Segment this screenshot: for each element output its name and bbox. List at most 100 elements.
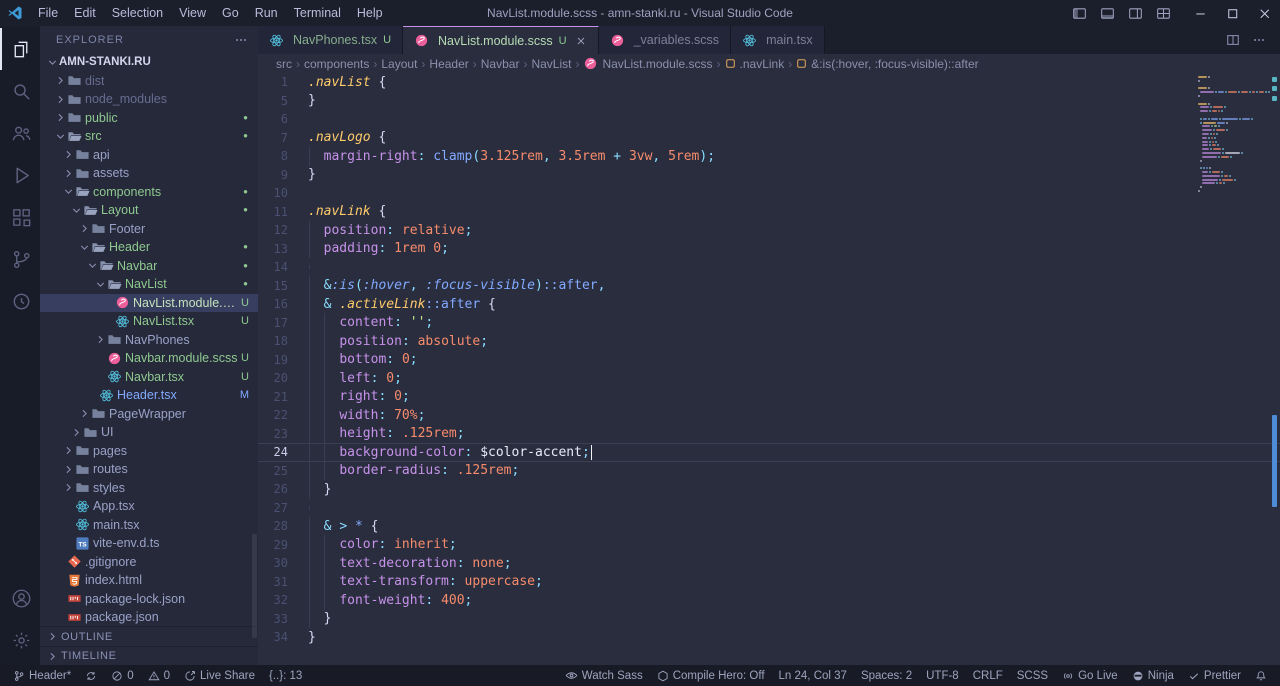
status-ninja[interactable]: Ninja <box>1125 665 1181 686</box>
tab-navlist-module-scss[interactable]: NavList.module.scss U <box>403 26 599 54</box>
breadcrumb-item-is-hover-focus-visible-after[interactable]: &:is(:hover, :focus-visible)::after <box>796 57 979 71</box>
tree-item-header[interactable]: Header ● <box>40 238 258 257</box>
breadcrumb-item-navbar[interactable]: Navbar <box>481 57 520 71</box>
code-line-10[interactable]: 10 <box>258 184 1280 203</box>
menu-help[interactable]: Help <box>349 6 391 20</box>
maximize-button[interactable] <box>1216 0 1248 26</box>
sidebar-scrollbar[interactable] <box>252 534 257 638</box>
code-line-33[interactable]: 33 } <box>258 609 1280 629</box>
code-line-34[interactable]: 34} <box>258 628 1280 647</box>
code-line-24[interactable]: 24 background-color: $color-accent; <box>258 442 1280 462</box>
tree-item-api[interactable]: api <box>40 146 258 165</box>
status-indentation[interactable]: Spaces: 2 <box>854 665 919 686</box>
status-prettier[interactable]: Prettier <box>1181 665 1248 686</box>
code-line-25[interactable]: 25 border-radius: .125rem; <box>258 461 1280 481</box>
tree-item-navlist-tsx[interactable]: NavList.tsx U <box>40 312 258 331</box>
breadcrumb-item-navlist-module-scss[interactable]: NavList.module.scss <box>583 56 713 71</box>
breadcrumb-item-header[interactable]: Header <box>429 57 468 71</box>
status-compile-hero[interactable]: Compile Hero: Off <box>650 665 772 686</box>
breadcrumb-item-navlink[interactable]: .navLink <box>725 57 784 71</box>
tree-item-main-tsx[interactable]: main.tsx <box>40 516 258 535</box>
code-editor[interactable]: 1 .navList {5} 6 7 .navLogo {8 margin-right:… <box>258 73 1280 665</box>
status-go-live[interactable]: Go Live <box>1055 665 1125 686</box>
account-activity-icon[interactable] <box>0 577 40 619</box>
status-warnings[interactable]: 0 <box>141 665 177 686</box>
code-line-22[interactable]: 22 width: 70%; <box>258 405 1280 425</box>
tree-item-public[interactable]: public ● <box>40 109 258 128</box>
toggle-primary-sidebar-button[interactable] <box>1066 0 1092 26</box>
status-sync-changes[interactable] <box>78 665 104 686</box>
tree-item-navbar[interactable]: Navbar ● <box>40 257 258 276</box>
code-line-18[interactable]: 18 position: absolute; <box>258 331 1280 351</box>
status-live-share[interactable]: Live Share <box>177 665 262 686</box>
tree-item-node-modules[interactable]: node_modules <box>40 90 258 109</box>
tree-item-package-json[interactable]: package.json <box>40 608 258 626</box>
code-line-32[interactable]: 32 font-weight: 400; <box>258 590 1280 610</box>
tree-item-navbar-tsx[interactable]: Navbar.tsx U <box>40 368 258 387</box>
menu-terminal[interactable]: Terminal <box>286 6 349 20</box>
tree-item-layout[interactable]: Layout ● <box>40 201 258 220</box>
status-language-mode[interactable]: SCSS <box>1010 665 1055 686</box>
explorer-activity-icon[interactable] <box>0 28 40 70</box>
minimap[interactable] <box>1198 76 1270 194</box>
tree-item-package-lock-json[interactable]: package-lock.json <box>40 590 258 609</box>
status-errors[interactable]: 0 <box>104 665 140 686</box>
tab-main-tsx[interactable]: main.tsx <box>731 26 825 54</box>
settings-activity-icon[interactable] <box>0 619 40 661</box>
code-line-7[interactable]: 7 .navLogo { <box>258 129 1280 148</box>
status-notifications[interactable] <box>1248 665 1274 686</box>
tab-variables-scss[interactable]: _variables.scss <box>598 26 732 54</box>
code-line-21[interactable]: 21 right: 0; <box>258 387 1280 407</box>
close-button[interactable] <box>1248 0 1280 26</box>
tree-item-app-tsx[interactable]: App.tsx <box>40 497 258 516</box>
search-activity-icon[interactable] <box>0 70 40 112</box>
status-watch-sass[interactable]: Watch Sass <box>558 665 650 686</box>
tree-item-amn-stanki-ru[interactable]: AMN-STANKI.RU <box>40 53 258 72</box>
minimize-button[interactable] <box>1184 0 1216 26</box>
tree-item-pagewrapper[interactable]: PageWrapper <box>40 405 258 424</box>
tree-item-footer[interactable]: Footer <box>40 220 258 239</box>
code-line-17[interactable]: 17 content: ''; <box>258 313 1280 333</box>
tree-item-styles[interactable]: styles <box>40 479 258 498</box>
run-and-debug-activity-icon[interactable] <box>0 154 40 196</box>
code-line-31[interactable]: 31 text-transform: uppercase; <box>258 572 1280 592</box>
status-encoding[interactable]: UTF-8 <box>919 665 966 686</box>
toggle-panel-button[interactable] <box>1094 0 1120 26</box>
menu-selection[interactable]: Selection <box>104 6 171 20</box>
status-cursor-position[interactable]: Ln 24, Col 37 <box>772 665 854 686</box>
breadcrumb-item-navlist[interactable]: NavList <box>531 57 571 71</box>
menu-edit[interactable]: Edit <box>66 6 104 20</box>
split-editor[interactable] <box>1226 33 1240 47</box>
source-network-activity-icon[interactable] <box>0 238 40 280</box>
status-css-class-count[interactable]: {..}: 13 <box>262 665 309 686</box>
code-line-8[interactable]: 8 margin-right: clamp(3.125rem, 3.5rem +… <box>258 146 1280 166</box>
code-line-28[interactable]: 28 & > * { <box>258 516 1280 536</box>
code-line-16[interactable]: 16 & .activeLink::after { <box>258 294 1280 314</box>
menu-go[interactable]: Go <box>214 6 247 20</box>
code-line-1[interactable]: 1 .navList { <box>258 73 1280 92</box>
code-line-29[interactable]: 29 color: inherit; <box>258 535 1280 555</box>
tree-item-gitignore[interactable]: .gitignore <box>40 553 258 572</box>
code-line-9[interactable]: 9} <box>258 166 1280 185</box>
tree-item-components[interactable]: components ● <box>40 183 258 202</box>
extensions-activity-icon[interactable] <box>0 196 40 238</box>
code-line-12[interactable]: 12 position: relative; <box>258 220 1280 240</box>
section-timeline[interactable]: TIMELINE <box>40 646 258 665</box>
code-line-23[interactable]: 23 height: .125rem; <box>258 424 1280 444</box>
code-line-6[interactable]: 6 <box>258 110 1280 129</box>
more-editor-actions[interactable] <box>1252 33 1266 47</box>
breadcrumb-item-layout[interactable]: Layout <box>381 57 417 71</box>
toggle-secondary-sidebar-button[interactable] <box>1122 0 1148 26</box>
tree-item-assets[interactable]: assets <box>40 164 258 183</box>
customize-layout-button[interactable] <box>1150 0 1176 26</box>
code-line-30[interactable]: 30 text-decoration: none; <box>258 553 1280 573</box>
tab-navphones-tsx[interactable]: NavPhones.tsx U <box>258 26 404 54</box>
tree-item-index-html[interactable]: index.html <box>40 571 258 590</box>
code-line-13[interactable]: 13 padding: 1rem 0; <box>258 239 1280 259</box>
code-line-14[interactable]: 14 <box>258 258 1280 277</box>
code-line-5[interactable]: 5} <box>258 92 1280 111</box>
tree-item-routes[interactable]: routes <box>40 460 258 479</box>
accounts-people-activity-icon[interactable] <box>0 112 40 154</box>
code-line-26[interactable]: 26 } <box>258 479 1280 499</box>
tree-item-vite-env-d-ts[interactable]: TS vite-env.d.ts <box>40 534 258 553</box>
